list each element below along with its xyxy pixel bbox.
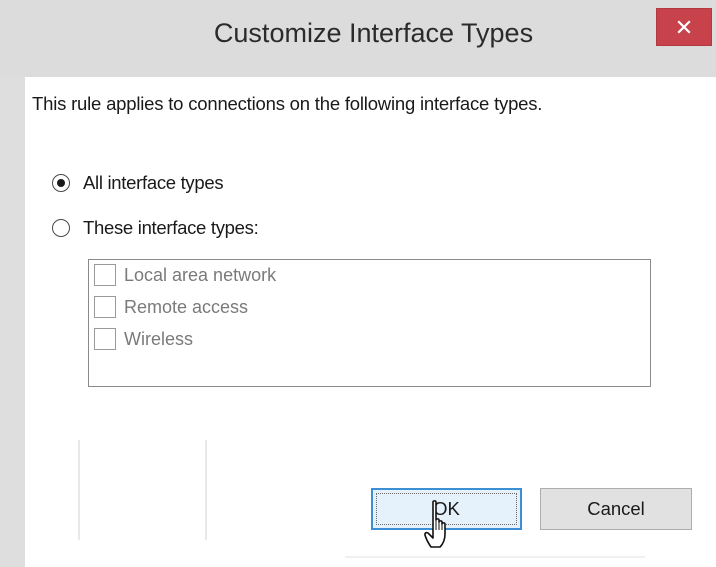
list-item-wireless[interactable]: Wireless [94,327,193,351]
item-label: Local area network [124,264,277,285]
list-item-local-area-network[interactable]: Local area network [94,263,276,287]
cancel-button-label: Cancel [587,498,645,519]
dialog-title: Customize Interface Types [213,18,534,48]
radio-label-these-types: These interface types: [83,217,259,238]
interface-types-listbox[interactable]: Local area network Remote access Wireles… [88,259,651,387]
close-button[interactable] [656,8,712,46]
radio-all-interface-types[interactable]: All interface types [52,170,224,196]
radio-button-checked[interactable] [52,174,70,192]
footer-artifact [345,556,645,558]
radio-these-interface-types[interactable]: These interface types: [52,215,259,241]
item-label: Remote access [124,296,249,317]
cancel-button[interactable]: Cancel [540,488,692,530]
title-bar: Customize Interface Types [0,0,716,77]
hand-pointer-icon [424,500,452,552]
close-icon [677,20,691,34]
checkbox-wireless[interactable] [94,328,116,350]
customize-interface-types-dialog: Customize Interface Types This rule appl… [0,0,716,567]
radio-button-unchecked[interactable] [52,219,70,237]
faint-artifact [205,440,207,540]
checkbox-local-area-network[interactable] [94,264,116,286]
item-label: Wireless [124,328,194,349]
rule-description: This rule applies to connections on the … [32,93,543,114]
faint-artifact [78,440,80,540]
checkbox-remote-access[interactable] [94,296,116,318]
radio-label-all-types: All interface types [83,172,224,193]
list-item-remote-access[interactable]: Remote access [94,295,248,319]
